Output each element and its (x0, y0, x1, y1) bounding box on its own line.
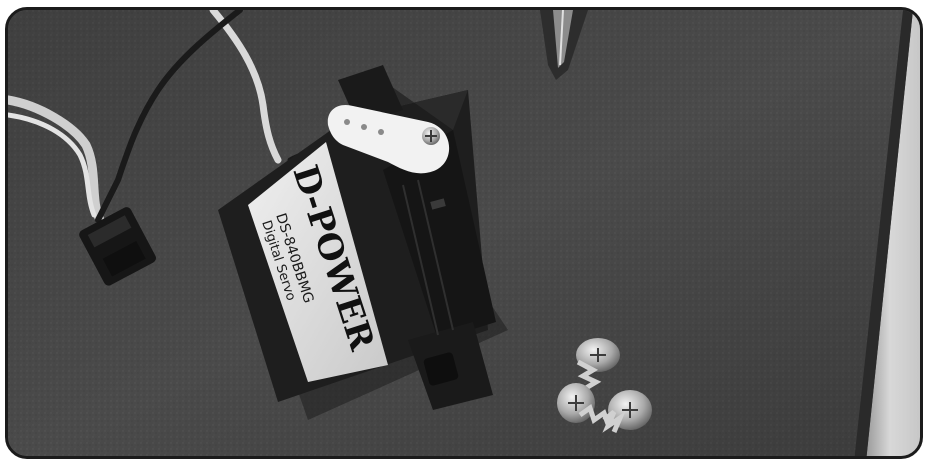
photo-frame: D-POWER DS-840BBMG Digital Servo (5, 7, 923, 459)
photo-scene: D-POWER DS-840BBMG Digital Servo (8, 10, 920, 456)
